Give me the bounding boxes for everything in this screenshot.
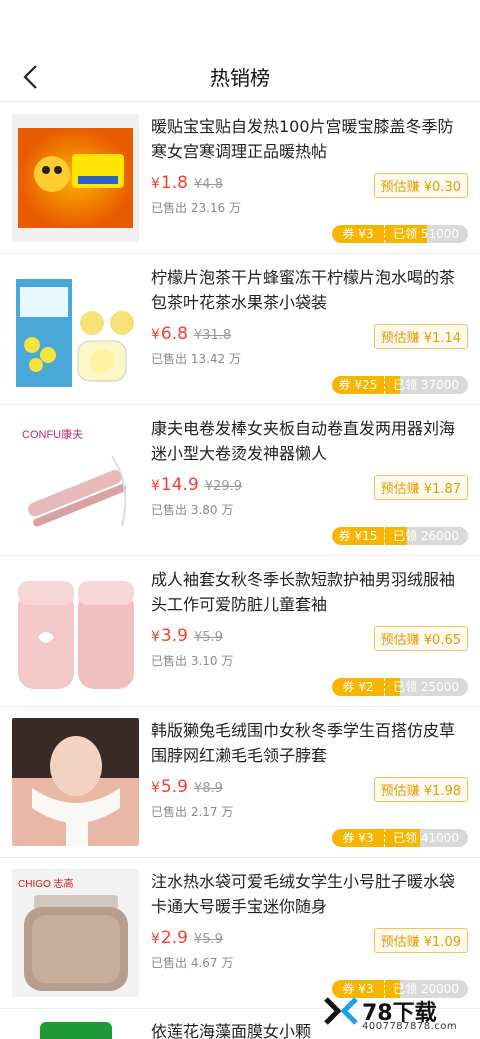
coupon-bar[interactable]: 券 ¥25 已领 37000 <box>332 376 468 394</box>
coupon-claimed: 已领 25000 <box>393 680 459 694</box>
product-item[interactable]: CHIGO 志高 注水热水袋可爱毛绒女学生小号肚子暖水袋卡通大号暖手宝迷你随身 … <box>0 858 480 1009</box>
product-title: 暖贴宝宝贴自发热100片宫暖宝膝盖冬季防寒女宫寒调理正品暖热帖 <box>151 117 454 161</box>
coupon-amount: 券 ¥3 <box>342 982 374 996</box>
product-image <box>40 1022 112 1039</box>
coupon-claimed: 已领 41000 <box>393 831 459 845</box>
sold-count: 已售出 13.42 万 <box>151 352 241 366</box>
product-title: 韩版獭兔毛绒围巾女秋冬季学生百搭仿皮草围脖网红濑毛毛领子脖套 <box>151 721 456 765</box>
product-image: CONFU康夫 <box>12 416 139 544</box>
product-item[interactable]: 暖贴宝宝贴自发热100片宫暖宝膝盖冬季防寒女宫寒调理正品暖热帖 ¥1.8 ¥4.8… <box>0 103 480 254</box>
coupon-amount: 券 ¥15 <box>338 529 378 543</box>
original-price: ¥8.9 <box>193 781 223 796</box>
product-image <box>12 567 139 695</box>
coupon-bar[interactable]: 券 ¥15 已领 26000 <box>332 527 468 545</box>
product-title: 依莲花海藻面膜女小颗 <box>151 1022 312 1039</box>
price: ¥6.8 ¥31.8 <box>151 324 232 344</box>
watermark: 78下载 4007787878.com <box>324 995 474 1035</box>
estimated-earnings-badge: 预估赚 ¥0.65 <box>373 626 468 651</box>
top-bar: 热销榜 <box>0 0 480 102</box>
product-image <box>12 114 139 242</box>
price: ¥14.9 ¥29.9 <box>151 475 242 495</box>
product-title: 柠檬片泡茶干片蜂蜜冻干柠檬片泡水喝的茶包茶叶花茶水果茶小袋装 <box>151 268 456 312</box>
product-image <box>12 718 139 846</box>
product-title: 成人袖套女秋冬季长款短款护袖男羽绒服袖头工作可爱防脏儿童套袖 <box>151 570 456 614</box>
coupon-claimed: 已领 37000 <box>393 378 459 392</box>
coupon-amount: 券 ¥25 <box>338 378 378 392</box>
sold-count: 已售出 4.67 万 <box>151 956 234 970</box>
coupon-amount: 券 ¥2 <box>342 680 374 694</box>
page-title: 热销榜 <box>210 66 270 90</box>
original-price: ¥29.9 <box>204 479 242 494</box>
estimated-earnings-badge: 预估赚 ¥1.98 <box>373 777 468 802</box>
product-image <box>12 265 139 393</box>
coupon-amount: 券 ¥3 <box>342 227 374 241</box>
site-logo-icon <box>324 997 358 1025</box>
sold-count: 已售出 23.16 万 <box>151 201 241 215</box>
product-item[interactable]: 柠檬片泡茶干片蜂蜜冻干柠檬片泡水喝的茶包茶叶花茶水果茶小袋装 ¥6.8 ¥31.8… <box>0 254 480 405</box>
coupon-bar[interactable]: 券 ¥3 已领 41000 <box>332 829 468 847</box>
estimated-earnings-badge: 预估赚 ¥1.09 <box>373 928 468 953</box>
coupon-bar[interactable]: 券 ¥3 已领 20000 <box>332 980 468 998</box>
coupon-claimed: 已领 20000 <box>393 982 459 996</box>
coupon-bar[interactable]: 券 ¥3 已领 51000 <box>332 225 468 243</box>
price: ¥5.9 ¥8.9 <box>151 777 223 797</box>
coupon-claimed: 已领 51000 <box>393 227 459 241</box>
product-item[interactable]: 韩版獭兔毛绒围巾女秋冬季学生百搭仿皮草围脖网红濑毛毛领子脖套 ¥5.9 ¥8.9 … <box>0 707 480 858</box>
original-price: ¥5.9 <box>193 630 223 645</box>
coupon-bar[interactable]: 券 ¥2 已领 25000 <box>332 678 468 696</box>
sold-count: 已售出 3.10 万 <box>151 654 234 668</box>
svg-text:CHIGO 志高: CHIGO 志高 <box>18 877 74 890</box>
product-item[interactable]: CONFU康夫 康夫电卷发棒女夹板自动卷直发两用器刘海迷小型大卷烫发神器懒人 ¥… <box>0 405 480 556</box>
estimated-earnings-badge: 预估赚 ¥1.87 <box>373 475 468 500</box>
product-title: 注水热水袋可爱毛绒女学生小号肚子暖水袋卡通大号暖手宝迷你随身 <box>151 872 456 916</box>
product-title: 康夫电卷发棒女夹板自动卷直发两用器刘海迷小型大卷烫发神器懒人 <box>151 419 456 463</box>
original-price: ¥31.8 <box>193 328 232 343</box>
estimated-earnings-badge: 预估赚 ¥1.14 <box>373 324 468 349</box>
price: ¥3.9 ¥5.9 <box>151 626 223 646</box>
price: ¥1.8 ¥4.8 <box>151 173 223 193</box>
price: ¥2.9 ¥5.9 <box>151 928 223 948</box>
svg-text:CONFU康夫: CONFU康夫 <box>22 427 83 441</box>
coupon-amount: 券 ¥3 <box>342 831 374 845</box>
sold-count: 已售出 3.80 万 <box>151 503 234 517</box>
sold-count: 已售出 2.17 万 <box>151 805 234 819</box>
coupon-claimed: 已领 26000 <box>393 529 459 543</box>
product-image: CHIGO 志高 <box>12 869 139 997</box>
product-list: 暖贴宝宝贴自发热100片宫暖宝膝盖冬季防寒女宫寒调理正品暖热帖 ¥1.8 ¥4.8… <box>0 103 480 1009</box>
product-item[interactable]: 成人袖套女秋冬季长款短款护袖男羽绒服袖头工作可爱防脏儿童套袖 ¥3.9 ¥5.9 … <box>0 556 480 707</box>
estimated-earnings-badge: 预估赚 ¥0.30 <box>373 173 468 198</box>
original-price: ¥5.9 <box>193 932 223 947</box>
original-price: ¥4.8 <box>193 177 223 192</box>
